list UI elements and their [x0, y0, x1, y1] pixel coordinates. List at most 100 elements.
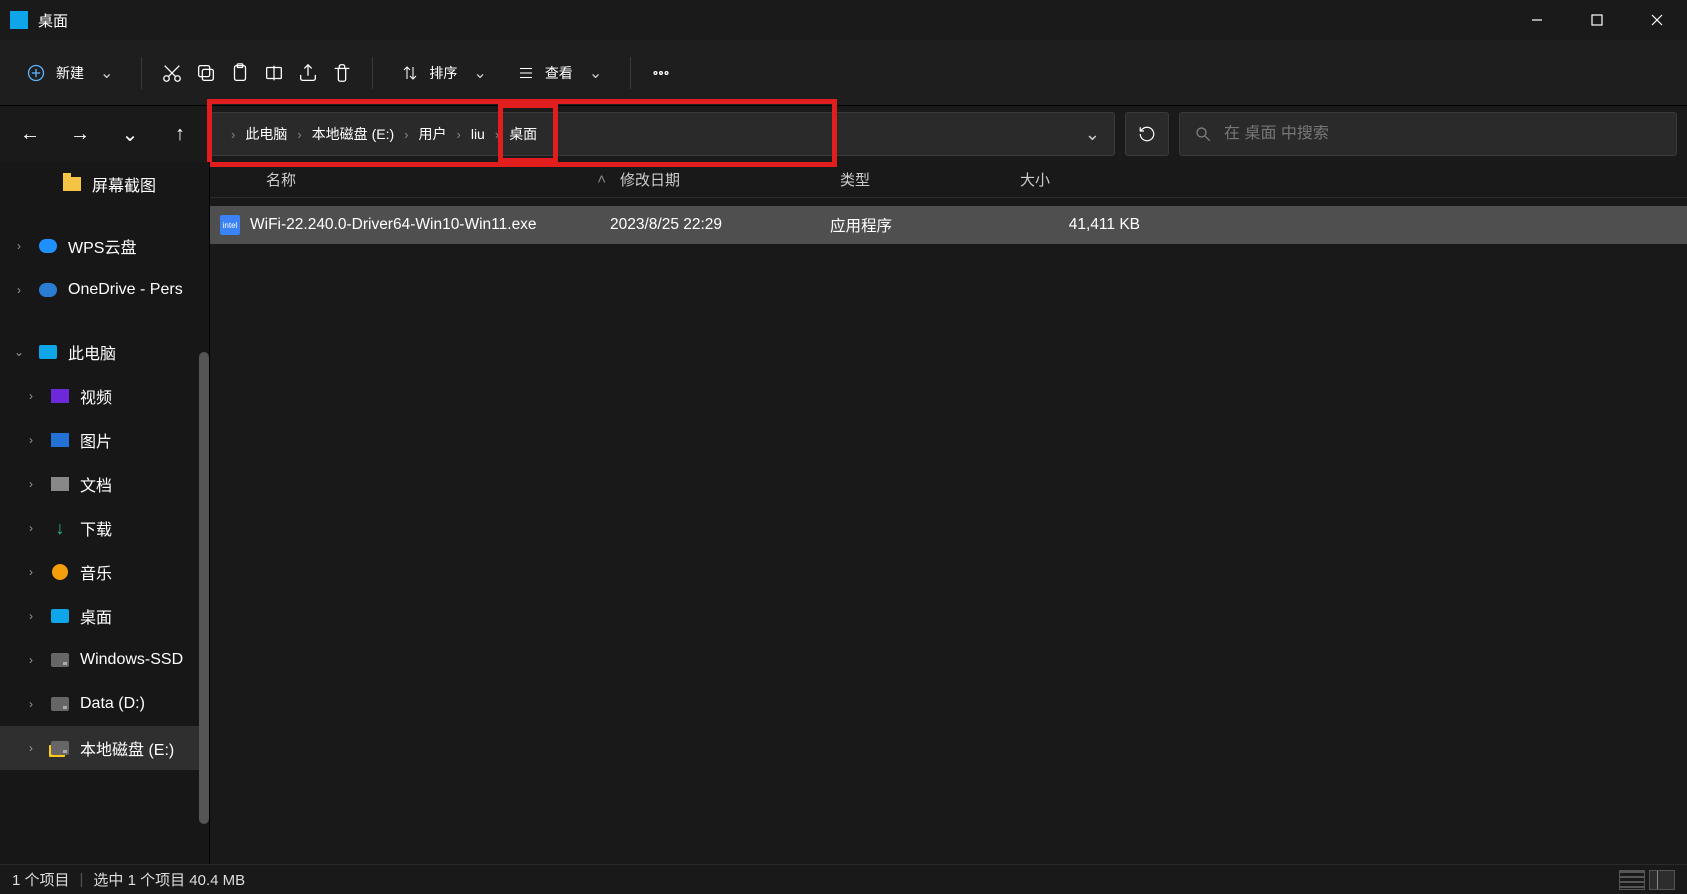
- view-label: 查看: [545, 63, 573, 83]
- more-button[interactable]: [647, 53, 675, 93]
- sidebar-item[interactable]: ›视频: [0, 374, 209, 418]
- sidebar-item-icon: [38, 280, 58, 300]
- file-type: 应用程序: [830, 214, 1010, 236]
- sidebar-item[interactable]: 屏幕截图: [0, 162, 209, 206]
- col-name[interactable]: 名称˄: [230, 169, 620, 190]
- app-icon: [10, 11, 28, 29]
- sidebar-item[interactable]: › 文档: [0, 462, 209, 506]
- sidebar-item[interactable]: › 音乐: [0, 550, 209, 594]
- sidebar-item-icon: [50, 650, 70, 670]
- tree-caret-icon[interactable]: ›: [22, 521, 40, 535]
- sort-button[interactable]: 排序: [389, 55, 498, 91]
- file-list[interactable]: intel WiFi-22.240.0-Driver64-Win10-Win11.…: [210, 198, 1687, 864]
- sidebar-item-label: 音乐: [80, 560, 112, 584]
- status-bar: 1 个项目 | 选中 1 个项目 40.4 MB: [0, 864, 1687, 894]
- search-input[interactable]: [1224, 125, 1662, 143]
- sidebar-item[interactable]: ⌄ 此电脑: [0, 330, 209, 374]
- file-name: WiFi-22.240.0-Driver64-Win10-Win11.exe: [250, 216, 537, 234]
- tree-caret-icon[interactable]: ›: [22, 697, 40, 711]
- tree-caret-icon[interactable]: ⌄: [10, 345, 28, 359]
- tree-caret-icon[interactable]: ›: [10, 239, 28, 253]
- refresh-button[interactable]: [1125, 112, 1169, 156]
- address-dropdown-icon[interactable]: ⌄: [1085, 124, 1100, 145]
- cut-button[interactable]: [158, 53, 186, 93]
- breadcrumb-item[interactable]: 此电脑: [241, 122, 291, 146]
- sidebar-item-label: 下载: [80, 516, 112, 540]
- view-details-button[interactable]: [1619, 870, 1645, 890]
- breadcrumb-item[interactable]: 用户: [414, 122, 450, 146]
- sidebar-item[interactable]: › Data (D:): [0, 682, 209, 726]
- minimize-button[interactable]: [1507, 0, 1567, 40]
- sidebar-item[interactable]: › Windows-SSD: [0, 638, 209, 682]
- tree-caret-icon[interactable]: ›: [22, 389, 40, 403]
- breadcrumb-item[interactable]: 桌面: [505, 122, 541, 146]
- breadcrumb-sep-icon: ›: [297, 127, 301, 142]
- sidebar-item-label: 此电脑: [68, 340, 116, 364]
- share-button[interactable]: [294, 53, 322, 93]
- sidebar-item-label: 屏幕截图: [92, 172, 156, 196]
- close-button[interactable]: [1627, 0, 1687, 40]
- address-bar[interactable]: › 此电脑 › 本地磁盘 (E:) › 用户 › liu › 桌面 ⌄: [210, 112, 1115, 156]
- tree-caret-icon[interactable]: ›: [22, 477, 40, 491]
- file-row[interactable]: intel WiFi-22.240.0-Driver64-Win10-Win11.…: [210, 206, 1687, 244]
- file-date: 2023/8/25 22:29: [610, 216, 830, 234]
- separator: [630, 57, 631, 89]
- sidebar-item[interactable]: › 桌面: [0, 594, 209, 638]
- sidebar-item[interactable]: ›↓下载: [0, 506, 209, 550]
- col-date[interactable]: 修改日期: [620, 169, 840, 190]
- copy-button[interactable]: [192, 53, 220, 93]
- sidebar-item-label: WPS云盘: [68, 234, 136, 258]
- sidebar: 屏幕截图›WPS云盘›OneDrive - Pers⌄此电脑›视频›图片›文档›…: [0, 162, 210, 864]
- breadcrumb-sep-icon: ›: [231, 127, 235, 142]
- forward-button[interactable]: →: [60, 114, 100, 154]
- tree-caret-icon[interactable]: ›: [22, 609, 40, 623]
- sidebar-item[interactable]: › 图片: [0, 418, 209, 462]
- sidebar-item-icon: [50, 430, 70, 450]
- tree-caret-icon[interactable]: ›: [22, 433, 40, 447]
- recent-button[interactable]: ⌄: [110, 114, 150, 154]
- up-button[interactable]: ↑: [160, 114, 200, 154]
- view-button[interactable]: 查看: [505, 55, 614, 91]
- col-size[interactable]: 大小: [1020, 169, 1180, 190]
- sidebar-item[interactable]: › 本地磁盘 (E:): [0, 726, 209, 770]
- sidebar-item-label: 图片: [80, 428, 112, 452]
- paste-button[interactable]: [226, 53, 254, 93]
- search-box[interactable]: [1179, 112, 1677, 156]
- tree-caret-icon[interactable]: ›: [22, 741, 40, 755]
- breadcrumb-sep-icon: ›: [404, 127, 408, 142]
- file-icon: intel: [220, 215, 240, 235]
- status-count: 1 个项目: [12, 869, 70, 890]
- rename-button[interactable]: [260, 53, 288, 93]
- separator: [141, 57, 142, 89]
- sidebar-item-label: Data (D:): [80, 695, 145, 713]
- sidebar-item-label: 文档: [80, 472, 112, 496]
- tree-caret-icon[interactable]: ›: [10, 283, 28, 297]
- sort-label: 排序: [429, 63, 457, 83]
- new-button[interactable]: 新建: [14, 55, 125, 91]
- sidebar-item-label: Windows-SSD: [80, 651, 183, 669]
- back-button[interactable]: ←: [10, 114, 50, 154]
- col-type[interactable]: 类型: [840, 169, 1020, 190]
- window-title: 桌面: [38, 10, 68, 31]
- sidebar-item-icon: [50, 694, 70, 714]
- sidebar-item-label: 桌面: [80, 604, 112, 628]
- sidebar-item-icon: [62, 174, 82, 194]
- sidebar-item[interactable]: › OneDrive - Pers: [0, 268, 209, 312]
- view-list-button[interactable]: [1649, 870, 1675, 890]
- sidebar-item-icon: [50, 562, 70, 582]
- tree-caret-icon[interactable]: ›: [22, 653, 40, 667]
- sidebar-item-icon: [50, 474, 70, 494]
- scrollbar-thumb[interactable]: [199, 352, 209, 824]
- separator: [372, 57, 373, 89]
- sidebar-item[interactable]: › WPS云盘: [0, 224, 209, 268]
- delete-button[interactable]: [328, 53, 356, 93]
- sidebar-item-label: 本地磁盘 (E:): [80, 736, 174, 760]
- sidebar-item-icon: [50, 738, 70, 758]
- status-selection: 选中 1 个项目 40.4 MB: [93, 869, 245, 890]
- breadcrumb-item[interactable]: 本地磁盘 (E:): [308, 122, 398, 146]
- breadcrumb-item[interactable]: liu: [467, 124, 489, 144]
- search-icon: [1194, 125, 1212, 143]
- sidebar-item-label: OneDrive - Pers: [68, 281, 183, 299]
- maximize-button[interactable]: [1567, 0, 1627, 40]
- tree-caret-icon[interactable]: ›: [22, 565, 40, 579]
